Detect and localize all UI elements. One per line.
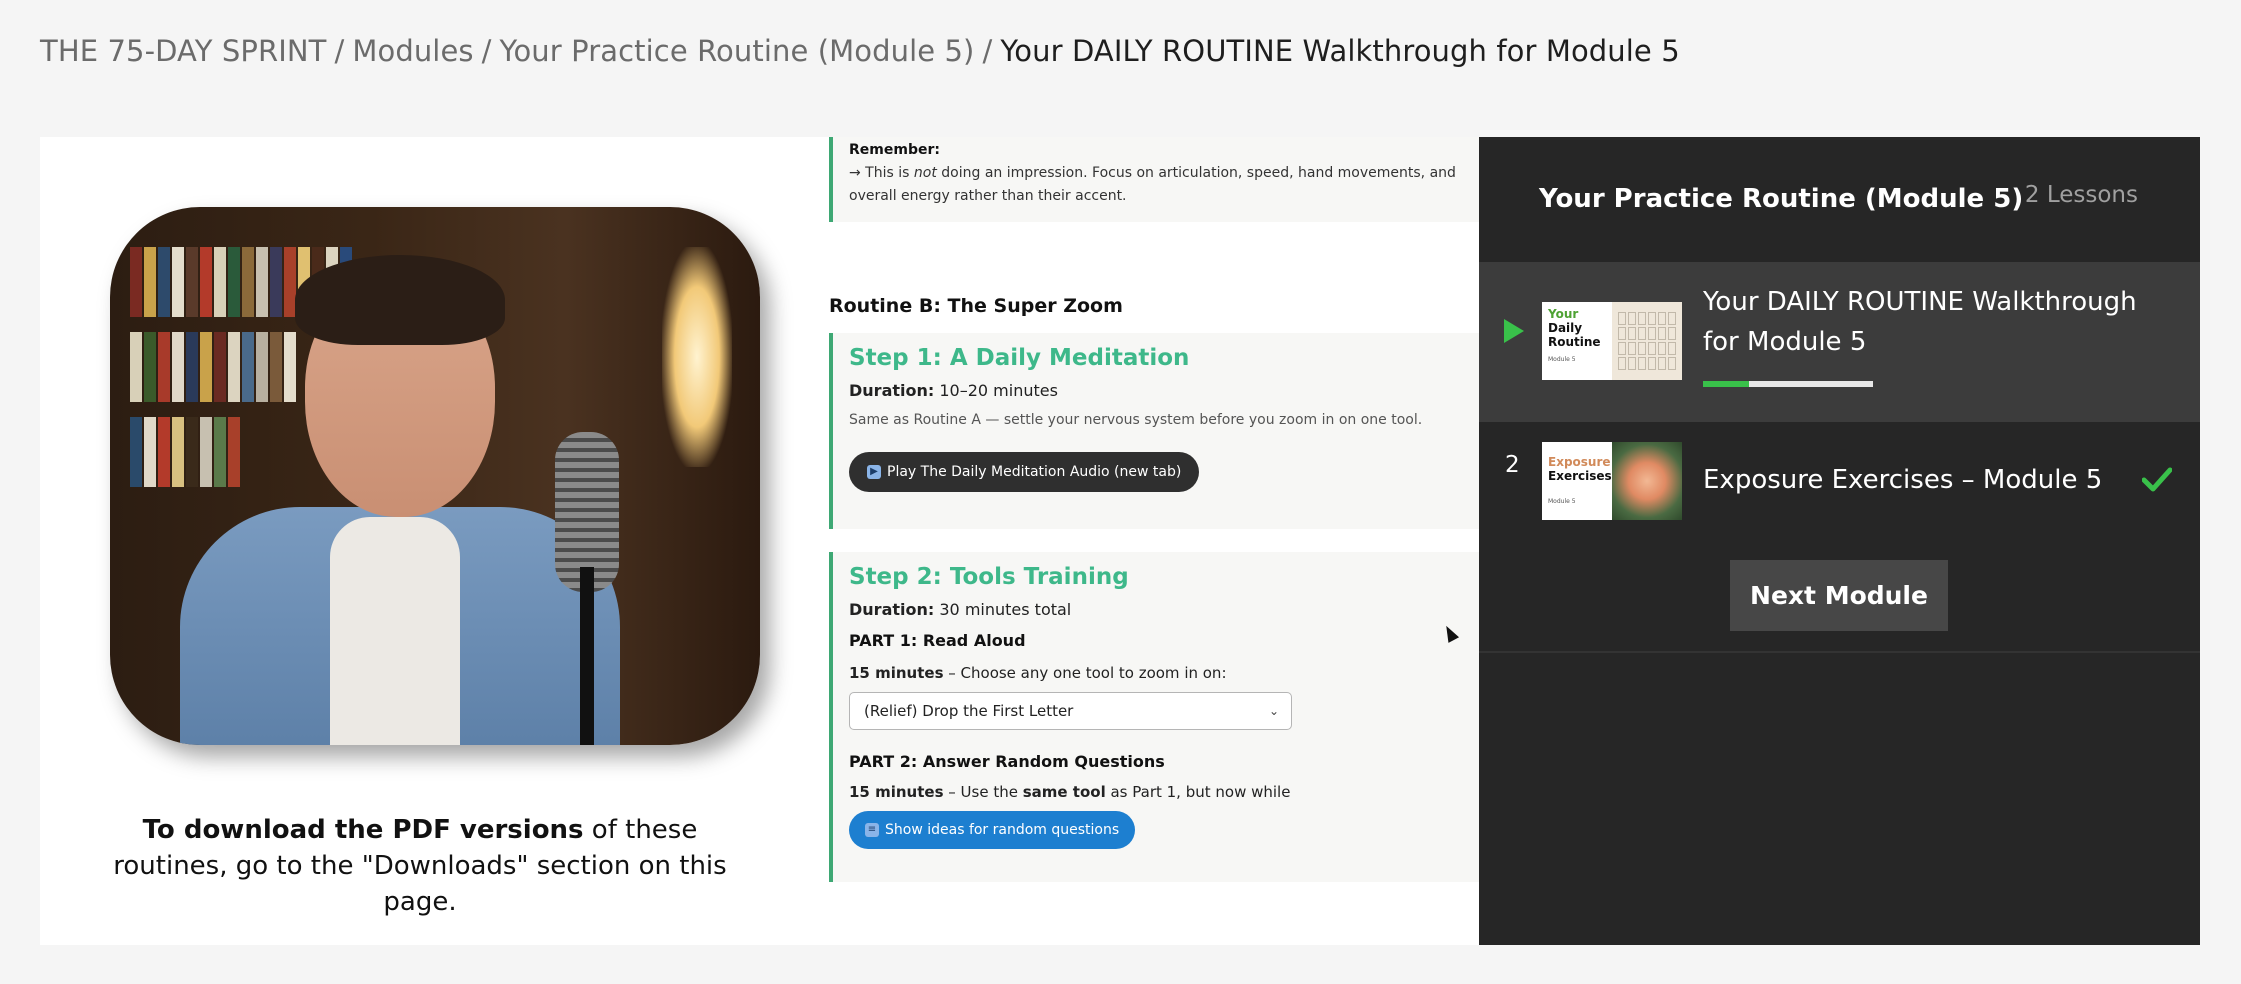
breadcrumb-separator: / xyxy=(481,34,492,68)
lamp xyxy=(662,247,732,467)
part-1-label: PART 1: Read Aloud xyxy=(849,631,1026,650)
breadcrumb-modules[interactable]: Modules xyxy=(352,34,473,68)
download-note-bold: To download the PDF versions xyxy=(142,815,584,845)
duration-value: 10–20 minutes xyxy=(934,381,1058,400)
lesson-count: 2 Lessons xyxy=(2024,182,2138,208)
step-1-duration: Duration: 10–20 minutes xyxy=(849,381,1463,400)
remember-callout: Remember: → This is not doing an impress… xyxy=(829,137,1479,222)
step-2-card: Step 2: Tools Training Duration: 30 minu… xyxy=(829,552,1479,882)
video-player[interactable]: To download the PDF versions of these ro… xyxy=(40,137,1479,945)
presenter-shirt xyxy=(330,517,460,745)
breadcrumb-separator: / xyxy=(982,34,993,68)
part-1-minutes: 15 minutes xyxy=(849,664,944,682)
card-fill xyxy=(1293,662,1479,882)
thumbnail-line: Exposure xyxy=(1548,455,1611,469)
lesson-sidebar: Your Practice Routine (Module 5) 2 Lesso… xyxy=(1479,137,2200,945)
breadcrumb-current: Your DAILY ROUTINE Walkthrough for Modul… xyxy=(1000,34,1680,68)
thumbnail-line: Daily xyxy=(1548,321,1583,335)
play-icon xyxy=(1504,319,1524,343)
lesson-item-exposure-exercises[interactable]: 2 Exposure Exercises Module 5 Exposure E… xyxy=(1479,422,2200,552)
step-1-card: Step 1: A Daily Meditation Duration: 10–… xyxy=(829,333,1479,529)
lesson-title: Your DAILY ROUTINE Walkthrough for Modul… xyxy=(1703,287,2137,357)
part-1-text: – Choose any one tool to zoom in on: xyxy=(943,664,1227,682)
tool-select-value: (Relief) Drop the First Letter xyxy=(864,702,1074,720)
lesson-number: 2 xyxy=(1505,452,1520,478)
chat-icon: ≡ xyxy=(865,823,879,837)
routine-title: Routine B: The Super Zoom xyxy=(829,295,1123,317)
play-meditation-audio-label: Play The Daily Meditation Audio (new tab… xyxy=(887,464,1182,480)
breadcrumb-module[interactable]: Your Practice Routine (Module 5) xyxy=(500,34,975,68)
calendar-image xyxy=(1612,302,1682,380)
lesson-progress-fill xyxy=(1703,381,1749,387)
remember-emphasis: not xyxy=(913,165,937,181)
lesson-title: Exposure Exercises – Module 5 xyxy=(1703,465,2103,495)
show-ideas-label: Show ideas for random questions xyxy=(885,822,1120,838)
step-1-description: Same as Routine A — settle your nervous … xyxy=(849,412,1423,428)
next-module-button[interactable]: Next Module xyxy=(1730,560,1948,631)
step-1-title: Step 1: A Daily Meditation xyxy=(849,345,1190,371)
duration-value: 30 minutes total xyxy=(934,600,1072,619)
chevron-down-icon: ⌄ xyxy=(1268,704,1279,718)
tool-select[interactable]: (Relief) Drop the First Letter ⌄ xyxy=(849,692,1292,730)
remember-text-a: → This is xyxy=(849,165,914,181)
show-ideas-button[interactable]: ≡ Show ideas for random questions xyxy=(849,811,1136,849)
sidebar-title: Your Practice Routine (Module 5) xyxy=(1539,184,2024,214)
breadcrumb: THE 75-DAY SPRINT / Modules / Your Practice … xyxy=(40,34,1680,68)
flower-image xyxy=(1612,442,1682,520)
lesson-thumbnail: Your Daily Routine Module 5 xyxy=(1542,302,1682,380)
thumbnail-line: Routine xyxy=(1548,335,1601,349)
thumbnail-line: Exercises xyxy=(1548,469,1612,483)
thumbnail-text: Your Daily Routine Module 5 xyxy=(1542,302,1612,380)
thumbnail-line: Your xyxy=(1548,307,1579,321)
step-2-title: Step 2: Tools Training xyxy=(849,564,1129,590)
lesson-thumbnail: Exposure Exercises Module 5 xyxy=(1542,442,1682,520)
step-2-duration: Duration: 30 minutes total xyxy=(849,600,1463,619)
lesson-progress-bar xyxy=(1703,381,1873,387)
presenter-hair xyxy=(295,255,505,345)
checkmark-icon xyxy=(2142,467,2172,492)
remember-text-b: doing an impression. Focus on articulati… xyxy=(849,165,1456,204)
part-2-bold: same tool xyxy=(1022,783,1106,801)
thumbnail-tiny: Module 5 xyxy=(1548,498,1576,505)
download-note: To download the PDF versions of these ro… xyxy=(100,812,740,920)
remember-title: Remember: xyxy=(849,142,940,158)
part-2-text-a: – Use the xyxy=(943,783,1023,801)
lesson-item-daily-routine[interactable]: Your Daily Routine Module 5 Your DAILY R… xyxy=(1479,262,2200,422)
thumbnail-text: Exposure Exercises Module 5 xyxy=(1542,442,1612,520)
sidebar-divider xyxy=(1479,651,2200,653)
presenter-video-frame xyxy=(110,207,760,745)
play-meditation-audio-button[interactable]: ▶ Play The Daily Meditation Audio (new t… xyxy=(849,452,1200,492)
remember-text: → This is not doing an impression. Focus… xyxy=(849,162,1463,208)
duration-label: Duration: xyxy=(849,381,935,400)
breadcrumb-separator: / xyxy=(334,34,345,68)
thumbnail-tiny: Module 5 xyxy=(1548,356,1576,363)
breadcrumb-course[interactable]: THE 75-DAY SPRINT xyxy=(40,34,326,68)
microphone-stand xyxy=(580,567,594,745)
sidebar-header: Your Practice Routine (Module 5) 2 Lesso… xyxy=(1479,137,2200,262)
play-icon: ▶ xyxy=(867,465,881,479)
part-2-minutes: 15 minutes xyxy=(849,783,944,801)
duration-label: Duration: xyxy=(849,600,935,619)
